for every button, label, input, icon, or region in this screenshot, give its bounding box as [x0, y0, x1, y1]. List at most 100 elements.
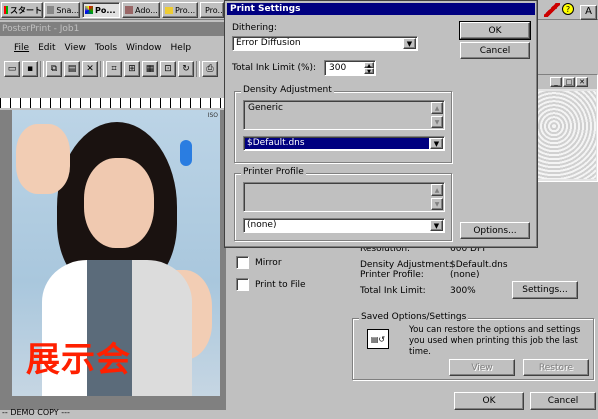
app-icon: [85, 6, 93, 14]
fit-icon[interactable]: ⊞: [124, 61, 140, 77]
save-icon[interactable]: ▪: [22, 61, 38, 77]
profile-select-value: (none): [247, 220, 277, 230]
taskbar-item-pro-2[interactable]: Pro...: [200, 2, 224, 18]
scroll-up-icon[interactable]: ▲: [431, 102, 443, 114]
print-to-file-checkbox[interactable]: [236, 278, 249, 291]
toolbar-separator: [100, 61, 104, 77]
ink-limit-value: 300: [329, 63, 347, 73]
view-button[interactable]: View: [449, 359, 515, 376]
taskbar-item-pro-1[interactable]: Pro...: [162, 2, 198, 18]
profile-list[interactable]: ▲ ▼: [243, 182, 445, 212]
mirror-label: Mirror: [255, 257, 282, 268]
start-button[interactable]: スタート: [1, 2, 43, 18]
dialog-titlebar[interactable]: Print Settings: [227, 3, 535, 15]
copy-icon[interactable]: ⧉: [46, 61, 62, 77]
paste-icon[interactable]: ▤: [64, 61, 80, 77]
watermark-text: 展示会: [26, 340, 131, 380]
dithering-label: Dithering:: [232, 23, 277, 33]
restore-settings-icon: ▤↺: [367, 329, 389, 349]
toolbar: ▭ ▪ ⧉ ▤ ✕ ⌗ ⊞ ▦ ⊡ ↻ ⎙: [0, 59, 226, 79]
toolbar-separator: [196, 61, 200, 77]
info-value: (none): [450, 270, 480, 280]
options-button[interactable]: Options...: [460, 222, 530, 239]
dithering-select[interactable]: Error Diffusion ▼: [232, 36, 418, 51]
saved-options-text: You can restore the options and settings…: [409, 325, 581, 357]
resize-icon[interactable]: ⊡: [160, 61, 176, 77]
restore-button[interactable]: Restore: [523, 359, 589, 376]
info-block: Resolution: 600 DPI Density Adjustment: $D…: [360, 244, 520, 298]
menu-file[interactable]: File: [14, 41, 29, 55]
pen-icon[interactable]: [544, 3, 560, 17]
density-list[interactable]: Generic ▲ ▼: [243, 100, 445, 130]
dithering-value: Error Diffusion: [236, 38, 301, 48]
chevron-down-icon[interactable]: ▼: [403, 38, 416, 49]
windows-logo-icon: [4, 6, 8, 14]
tile-icon[interactable]: ▦: [142, 61, 158, 77]
saved-options-legend: Saved Options/Settings: [359, 312, 469, 322]
maximize-icon[interactable]: □: [563, 77, 575, 87]
panel-ok-button[interactable]: OK: [454, 392, 524, 410]
photo-badge: ISO: [207, 112, 218, 119]
printer-profile-group: Printer Profile ▲ ▼ (none) ▼: [234, 167, 452, 241]
photo: ISO 展示会: [12, 110, 220, 396]
app-icon: [125, 6, 133, 14]
settings-button[interactable]: Settings...: [512, 281, 578, 299]
mirror-option[interactable]: Mirror: [236, 256, 282, 269]
close-icon[interactable]: ✕: [576, 77, 588, 87]
mirror-checkbox[interactable]: [236, 256, 249, 269]
folder-icon: [165, 6, 173, 14]
chevron-down-icon[interactable]: ▼: [430, 220, 443, 231]
dialog-ok-button[interactable]: OK: [459, 21, 531, 40]
taskbar-item-adobe[interactable]: Ado...: [122, 2, 160, 18]
density-legend: Density Adjustment: [241, 85, 334, 95]
system-tray: ? A: [540, 0, 598, 20]
status-bar: -- DEMO COPY ---: [0, 407, 226, 419]
ruler: [0, 98, 226, 108]
chevron-down-icon[interactable]: ▼: [430, 138, 443, 149]
delete-icon[interactable]: ✕: [82, 61, 98, 77]
profile-select[interactable]: (none) ▼: [243, 218, 445, 233]
scroll-down-icon[interactable]: ▼: [431, 198, 443, 210]
menu-window[interactable]: Window: [126, 41, 162, 55]
print-settings-dialog: Print Settings Dithering: Error Diffusio…: [224, 0, 538, 248]
ink-limit-input[interactable]: 300 ▲ ▼: [324, 60, 376, 76]
panel-cancel-button[interactable]: Cancel: [530, 392, 596, 410]
taskbar-item-snapshot[interactable]: Sna...: [44, 2, 80, 18]
spin-down-icon[interactable]: ▼: [364, 68, 374, 75]
app-title: PosterPrint - Job1: [2, 24, 80, 34]
scroll-down-icon[interactable]: ▼: [431, 116, 443, 128]
print-to-file-option[interactable]: Print to File: [236, 278, 306, 291]
menu-edit[interactable]: Edit: [38, 41, 55, 55]
menu-help[interactable]: Help: [171, 41, 192, 55]
density-select[interactable]: $Default.dns ▼: [243, 136, 445, 151]
dialog-title: Print Settings: [230, 4, 301, 14]
taskbar-item-posterprint[interactable]: Po...: [82, 2, 120, 18]
density-group: Density Adjustment Generic ▲ ▼ $Default.…: [234, 85, 452, 163]
print-to-file-label: Print to File: [255, 279, 306, 290]
minimize-icon[interactable]: _: [550, 77, 562, 87]
menu-tools[interactable]: Tools: [95, 41, 117, 55]
preview-texture: [536, 91, 596, 179]
face-shape: [84, 158, 154, 248]
dialog-cancel-button[interactable]: Cancel: [460, 42, 530, 59]
app-icon: [47, 6, 55, 14]
menu-view[interactable]: View: [65, 41, 86, 55]
help-icon[interactable]: ?: [562, 3, 574, 15]
preview-window: _ □ ✕: [535, 74, 598, 182]
crop-icon[interactable]: ⌗: [106, 61, 122, 77]
info-value: 300%: [450, 286, 476, 296]
density-list-item[interactable]: Generic: [248, 103, 283, 113]
hair-clip-shape: [180, 140, 192, 166]
preview-titlebar: _ □ ✕: [536, 75, 597, 89]
hand-left-shape: [16, 124, 70, 194]
ime-icon[interactable]: A: [580, 5, 597, 20]
saved-options-group: Saved Options/Settings ▤↺ You can restor…: [352, 312, 594, 380]
rotate-icon[interactable]: ↻: [178, 61, 194, 77]
density-select-value: $Default.dns: [245, 138, 429, 149]
open-icon[interactable]: ▭: [4, 61, 20, 77]
app-titlebar[interactable]: PosterPrint - Job1: [0, 22, 226, 36]
scroll-up-icon[interactable]: ▲: [431, 184, 443, 196]
info-label: Density Adjustment:: [360, 260, 452, 270]
info-label: Total Ink Limit:: [360, 286, 426, 296]
print-icon[interactable]: ⎙: [202, 61, 218, 77]
